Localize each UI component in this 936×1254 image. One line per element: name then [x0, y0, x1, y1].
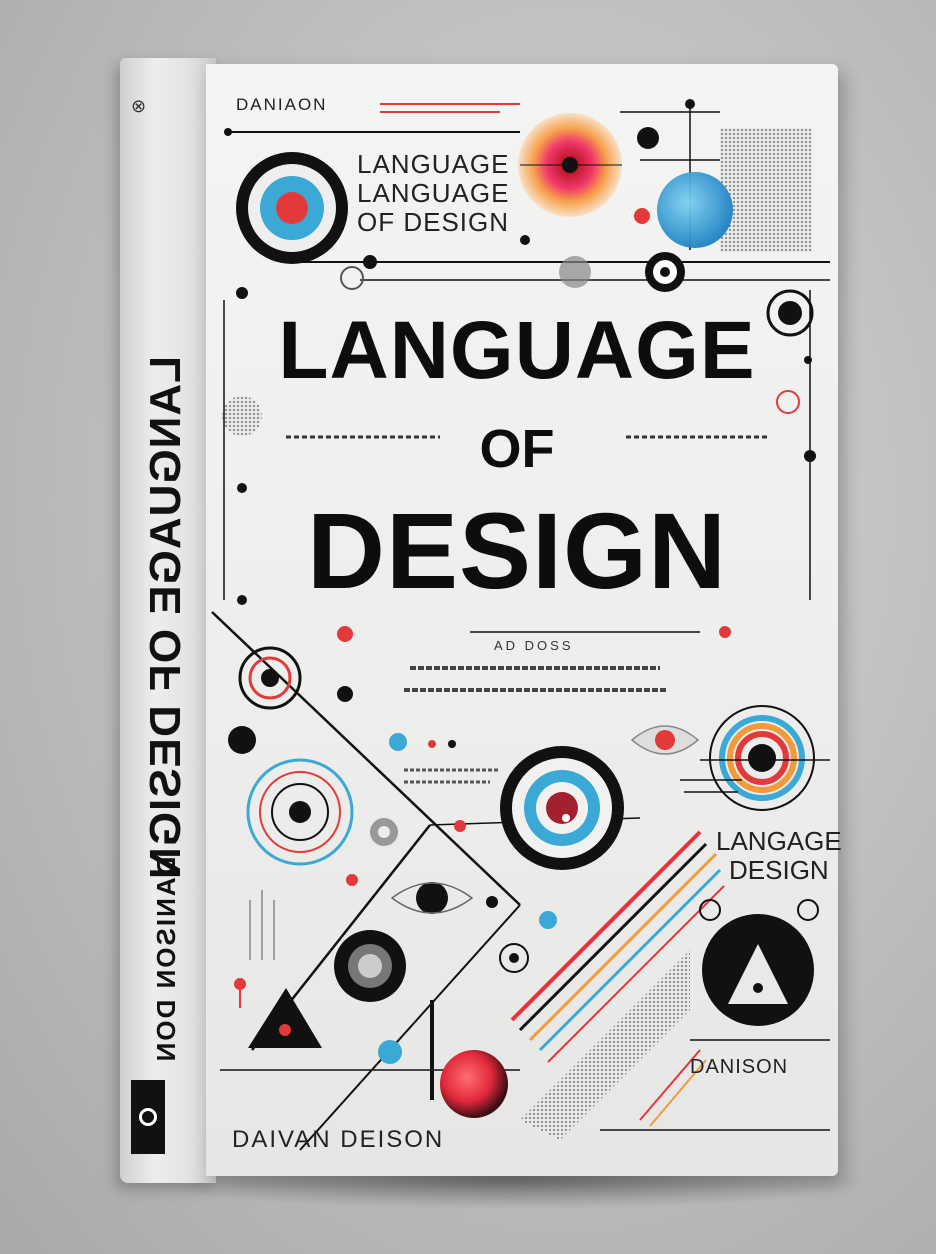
main-title-line-3: DESIGN: [306, 490, 728, 611]
side-title-line-1: LANGAGE: [716, 826, 842, 856]
side-title: LANGAGE DESIGN: [716, 827, 842, 885]
small-title: LANGUAGE LANGUAGE OF DESIGN: [357, 150, 510, 237]
bottom-author-name: DAIVAN DEISON: [232, 1126, 445, 1153]
main-title-line-1: LANGUAGE: [278, 305, 756, 396]
side-title-line-2: DESIGN: [729, 855, 829, 885]
book-scene: ⊗ LANGUAGE OF DESIGN DANISON DON DANIAON…: [0, 0, 936, 1254]
small-title-line-2: LANGUAGE: [357, 178, 510, 208]
top-author-name: DANIAON: [236, 95, 328, 114]
small-title-line-3: OF DESIGN: [357, 207, 510, 237]
small-title-line-1: LANGUAGE: [357, 149, 510, 179]
bottom-right-author: DANISON: [690, 1056, 789, 1078]
main-title-line-2: OF: [479, 419, 555, 479]
subtitle-code: AD DOSS: [494, 638, 574, 653]
